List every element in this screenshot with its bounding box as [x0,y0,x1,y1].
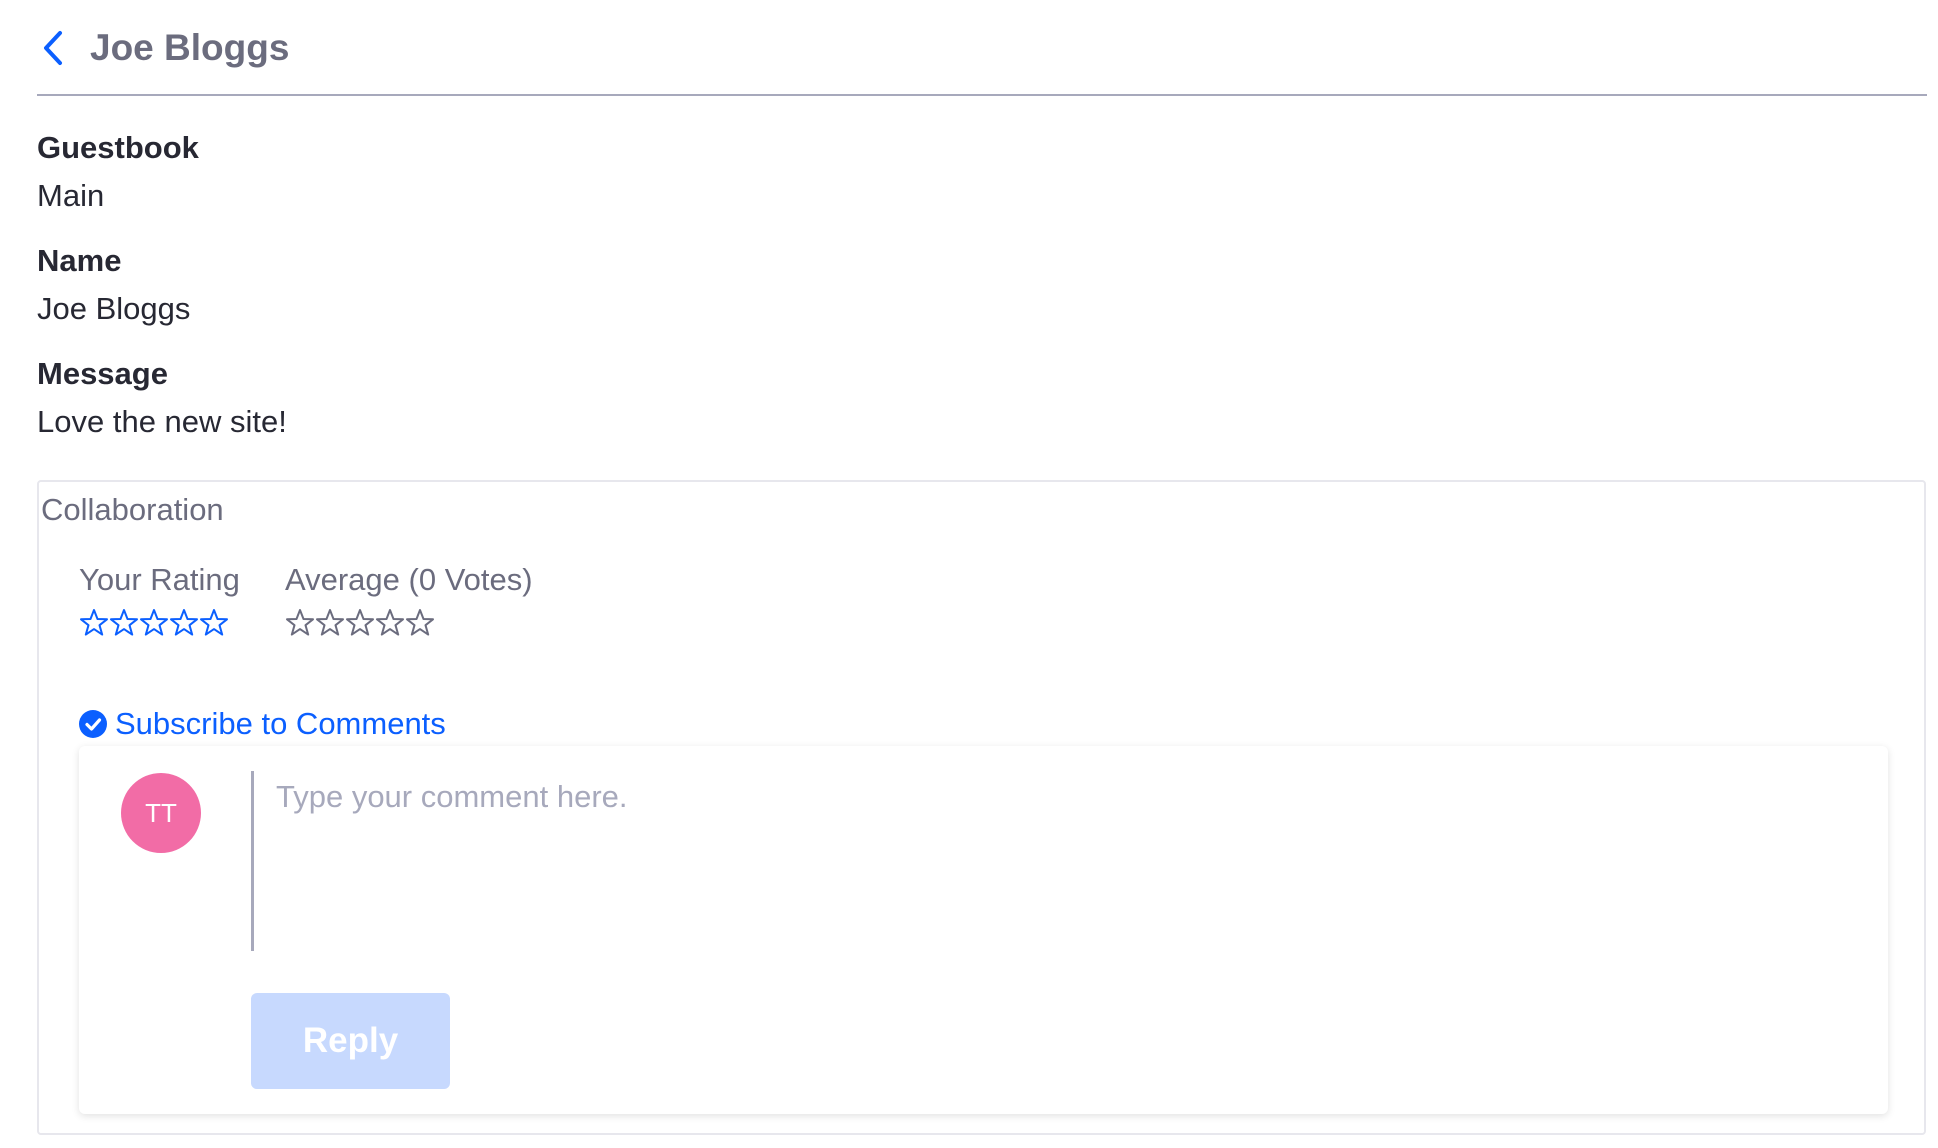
chevron-left-icon [44,31,62,65]
star-icon[interactable] [169,608,199,638]
check-circle-icon [79,710,107,738]
field-value: Love the new site! [37,404,287,439]
star-icon [286,609,314,636]
field-name: Name Joe Bloggs [37,241,190,329]
star-icon[interactable] [199,608,229,638]
collaboration-panel: Collaboration Your Rating Average (0 Vot… [37,480,1926,1135]
comment-form: TT Reply [79,746,1888,1114]
reply-button[interactable]: Reply [251,993,450,1089]
page-title: Joe Bloggs [90,27,290,68]
comment-input[interactable] [251,771,1751,951]
average-rating: Average (0 Votes) [285,560,533,638]
field-message: Message Love the new site! [37,354,287,442]
subscribe-to-comments-link[interactable]: Subscribe to Comments [79,704,446,744]
field-label: Guestbook [37,130,199,165]
collaboration-legend: Collaboration [41,492,224,527]
field-value: Main [37,178,105,213]
page-header: Joe Bloggs [37,0,1927,96]
field-guestbook: Guestbook Main [37,128,199,216]
field-label: Message [37,356,168,391]
field-label: Name [37,243,122,278]
subscribe-label: Subscribe to Comments [115,706,446,741]
star-icon [376,609,404,636]
star-icon[interactable] [109,608,139,638]
back-button[interactable] [37,22,69,74]
average-rating-stars [285,608,533,638]
field-value: Joe Bloggs [37,291,191,326]
star-icon[interactable] [139,608,169,638]
star-icon [316,609,344,636]
your-rating: Your Rating [79,560,240,638]
average-rating-label: Average (0 Votes) [285,562,533,597]
star-icon [406,609,434,636]
your-rating-label: Your Rating [79,562,240,597]
star-icon [346,609,374,636]
star-icon[interactable] [79,608,109,638]
your-rating-stars[interactable] [79,608,240,638]
avatar: TT [121,773,201,853]
